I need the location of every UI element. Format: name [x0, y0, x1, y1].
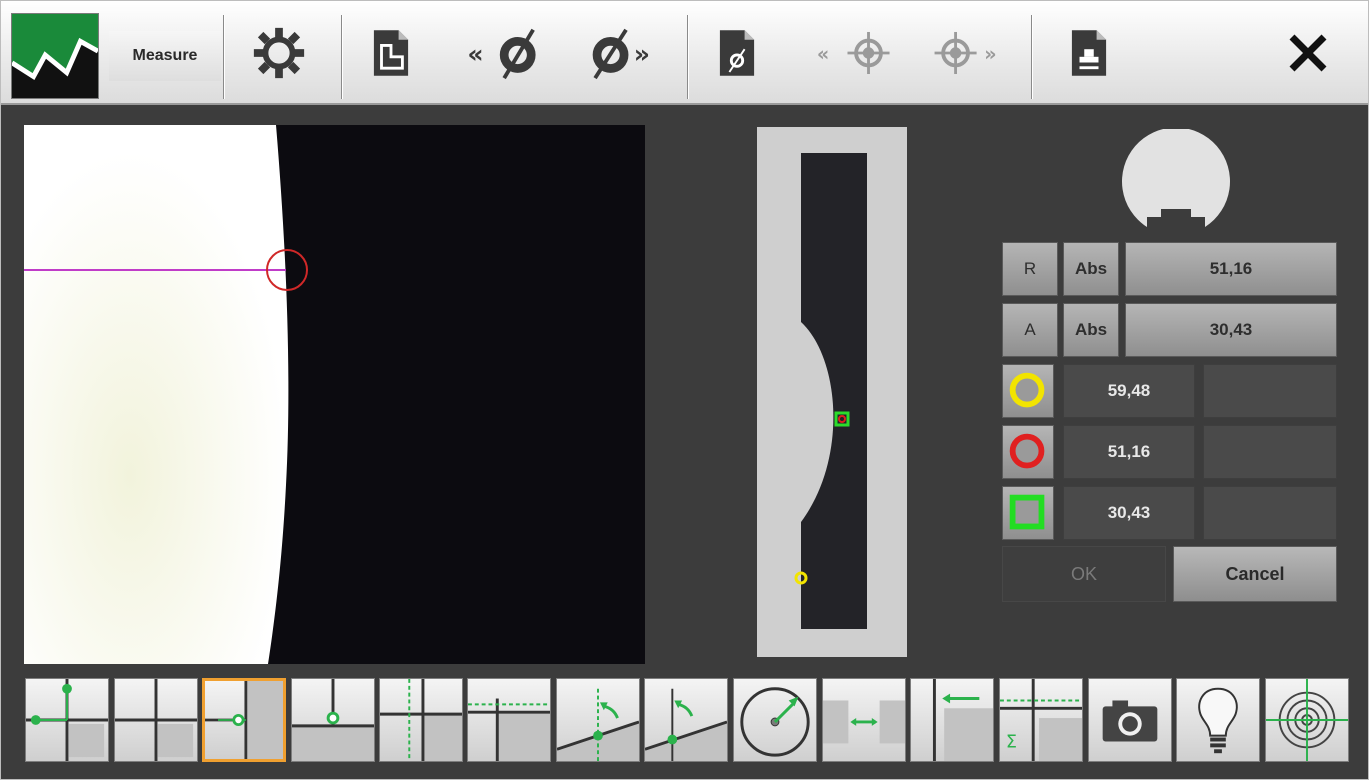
angle-tool-icon[interactable]	[556, 678, 640, 762]
print-icon[interactable]	[1059, 13, 1119, 93]
cancel-button[interactable]: Cancel	[1173, 546, 1337, 602]
r-axis-button[interactable]: R	[1002, 242, 1058, 296]
toolbar-divider	[687, 15, 689, 99]
red-result-extra	[1203, 425, 1337, 479]
measurement-document-icon[interactable]	[707, 13, 767, 93]
red-circle-indicator[interactable]	[1002, 425, 1054, 479]
a-value-field[interactable]: 30,43	[1125, 303, 1337, 357]
toolbar-divider	[341, 15, 343, 99]
r-abs-toggle[interactable]: Abs	[1063, 242, 1119, 296]
green-result-extra	[1203, 486, 1337, 540]
edge-point-tool-icon[interactable]	[202, 678, 286, 762]
svg-text:«: «	[467, 40, 483, 69]
target-icon[interactable]	[1265, 678, 1349, 762]
a-axis-button[interactable]: A	[1002, 303, 1058, 357]
camera-view[interactable]	[24, 125, 645, 664]
svg-text:»: »	[634, 40, 650, 69]
camera-icon[interactable]	[1088, 678, 1172, 762]
measurement-tool-strip: Σ	[1, 673, 1368, 780]
green-square-indicator[interactable]	[1002, 486, 1054, 540]
lightbulb-icon[interactable]	[1176, 678, 1260, 762]
yellow-result-extra	[1203, 364, 1337, 418]
ok-button[interactable]: OK	[1002, 546, 1166, 602]
part-edge	[24, 125, 289, 664]
toolbar-divider	[1031, 15, 1033, 99]
vertical-line-tool-icon[interactable]	[379, 678, 463, 762]
next-target-icon[interactable]: »	[923, 13, 1013, 93]
close-icon[interactable]	[1273, 13, 1343, 93]
crosshair-tool-icon[interactable]	[114, 678, 198, 762]
green-result-value: 30,43	[1063, 486, 1195, 540]
previous-measurement-icon[interactable]: «	[463, 13, 555, 93]
distance-tool-icon[interactable]	[822, 678, 906, 762]
top-toolbar: Measure « » « »	[1, 1, 1368, 105]
bottom-edge-point-tool-icon[interactable]	[291, 678, 375, 762]
horizontal-line-tool-icon[interactable]	[467, 678, 551, 762]
radius-tool-icon[interactable]	[733, 678, 817, 762]
angle-edge-tool-icon[interactable]	[644, 678, 728, 762]
svg-text:»: »	[984, 43, 996, 66]
gear-icon[interactable]	[239, 13, 319, 93]
measure-mode-button[interactable]: Measure	[109, 31, 221, 81]
svg-text:Σ: Σ	[1006, 732, 1017, 752]
sum-tool-icon[interactable]: Σ	[999, 678, 1083, 762]
offset-tool-icon[interactable]	[910, 678, 994, 762]
r-value-field[interactable]: 51,16	[1125, 242, 1337, 296]
next-measurement-icon[interactable]: »	[581, 13, 673, 93]
yellow-circle-indicator[interactable]	[1002, 364, 1054, 418]
part-diagram	[757, 127, 907, 657]
cross-point-tool-icon[interactable]	[25, 678, 109, 762]
measure-app: Measure « » « » R Abs 51,16 A Abs 30,43 …	[0, 0, 1369, 780]
red-result-value: 51,16	[1063, 425, 1195, 479]
yellow-result-value: 59,48	[1063, 364, 1195, 418]
a-abs-toggle[interactable]: Abs	[1063, 303, 1119, 357]
toolbar-divider	[223, 15, 225, 99]
logo-icon[interactable]	[10, 13, 100, 99]
profile-shape-icon	[1117, 127, 1235, 229]
svg-text:«: «	[817, 43, 829, 66]
previous-target-icon[interactable]: «	[813, 13, 903, 93]
new-document-icon[interactable]	[361, 13, 421, 93]
